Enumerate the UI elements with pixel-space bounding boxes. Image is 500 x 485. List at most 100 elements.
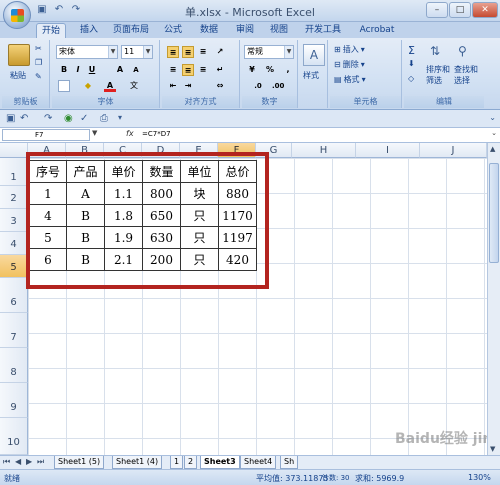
close-button[interactable]: ✕ [472,2,498,18]
bold-button[interactable]: B [58,64,70,76]
merge-center-icon[interactable]: ⇔ [214,80,226,92]
table-cell[interactable]: 只 [180,226,219,249]
sheet-tab[interactable]: 1 [170,456,184,469]
expand-formula-icon[interactable]: ⌄ [491,129,497,137]
zoom-level[interactable]: 130% [468,473,491,482]
table-cell[interactable]: 200 [142,248,181,271]
cut-icon[interactable]: ✂ [35,44,42,53]
table-cell[interactable]: 1170 [218,204,257,227]
table-cell[interactable]: 650 [142,204,181,227]
styles-icon[interactable]: A [303,44,325,66]
increase-decimal-icon[interactable]: .0 [252,80,264,92]
comma-button[interactable]: , [282,64,294,76]
font-name-select[interactable]: 宋体 ▼ [56,45,118,59]
phonetic-icon[interactable]: 文 [128,80,140,92]
column-header-b[interactable]: B [66,143,104,158]
scroll-up-icon[interactable]: ▲ [490,145,495,153]
styles-button[interactable]: 样式 [303,70,319,81]
name-box[interactable]: F7 [2,129,90,141]
find-select-label-1[interactable]: 查找和 [454,64,478,75]
italic-button[interactable]: I [72,64,84,76]
table-cell[interactable]: 5 [29,226,67,249]
save-icon[interactable]: ▣ [6,113,15,124]
table-cell[interactable]: 1.1 [104,182,143,205]
grow-font-button[interactable]: A [114,64,126,76]
office-button[interactable] [3,1,31,29]
sheet-tab[interactable]: 2 [184,456,198,469]
sort-filter-label-1[interactable]: 排序和 [426,64,450,75]
underline-button[interactable]: U [86,64,98,76]
column-header-e[interactable]: E [180,143,218,158]
align-top-icon[interactable]: ≡ [167,46,179,58]
spelling-icon[interactable]: ✓ [80,113,88,124]
row-header-4[interactable]: 4 [0,232,28,255]
table-cell[interactable]: 800 [142,182,181,205]
table-cell[interactable]: 只 [180,204,219,227]
border-icon[interactable] [58,80,70,92]
fill-color-icon[interactable]: ◆ [82,80,94,92]
table-cell[interactable]: 6 [29,248,67,271]
table-cell[interactable]: 1 [29,182,67,205]
insert-function-button[interactable]: fx [126,129,134,138]
sort-filter-icon[interactable]: ⇅ [430,44,440,58]
minimize-button[interactable]: – [426,2,448,18]
scrollbar-thumb[interactable] [489,163,499,263]
column-header-i[interactable]: I [356,143,420,158]
tab-developer[interactable]: 开发工具 [302,23,344,38]
sheet-tab[interactable]: Sh [280,456,299,469]
number-format-select[interactable]: 常规 ▼ [244,45,294,59]
undo-icon[interactable]: ↶ [20,113,28,124]
align-center-icon[interactable]: ≡ [182,64,194,76]
table-cell[interactable]: A [66,182,105,205]
format-painter-icon[interactable]: ✎ [35,72,42,81]
align-bottom-icon[interactable]: ≡ [197,46,209,58]
row-header-1[interactable]: 1 [0,158,28,186]
row-header-2[interactable]: 2 [0,186,28,209]
tab-view[interactable]: 视图 [266,23,292,38]
tab-acrobat[interactable]: Acrobat [356,23,398,38]
percent-button[interactable]: % [264,64,276,76]
header-cell-total[interactable]: 总价 [218,160,257,183]
font-size-select[interactable]: 11 ▼ [121,45,153,59]
autosum-button[interactable]: Σ [408,44,415,57]
table-cell[interactable]: B [66,204,105,227]
maximize-button[interactable]: □ [449,2,471,18]
tab-page-layout[interactable]: 页面布局 [110,23,152,38]
select-all-corner[interactable] [0,143,28,158]
customize-qat-icon[interactable]: ▾ [118,113,122,122]
sheet-tab[interactable]: Sheet4 [240,456,277,469]
print-preview-icon[interactable]: ⎙ [100,113,108,124]
table-cell[interactable]: 880 [218,182,257,205]
copy-icon[interactable]: ❐ [35,58,42,67]
currency-icon[interactable]: ¥ [246,64,258,76]
decrease-decimal-icon[interactable]: .00 [272,80,284,92]
column-header-j[interactable]: J [420,143,487,158]
column-header-c[interactable]: C [104,143,142,158]
align-middle-icon[interactable]: ≡ [182,46,194,58]
row-header-8[interactable]: 8 [0,348,28,383]
sort-filter-label-2[interactable]: 筛选 [426,75,442,86]
tab-review[interactable]: 审阅 [232,23,258,38]
row-header-6[interactable]: 6 [0,278,28,313]
delete-cells-button[interactable]: ⊟ 删除 ▾ [334,59,365,70]
tab-home[interactable]: 开始 [36,23,66,38]
formula-input[interactable]: =C7*D7 [142,130,171,138]
orientation-icon[interactable]: ↗ [214,46,226,58]
table-cell[interactable]: 只 [180,248,219,271]
table-cell[interactable]: 420 [218,248,257,271]
table-cell[interactable]: 1.8 [104,204,143,227]
table-cell[interactable]: B [66,226,105,249]
row-header-7[interactable]: 7 [0,313,28,348]
last-sheet-icon[interactable]: ⏭ [37,457,44,467]
row-header-10[interactable]: 10 [0,418,28,455]
row-header-9[interactable]: 9 [0,383,28,418]
decrease-indent-icon[interactable]: ⇤ [167,80,179,92]
next-sheet-icon[interactable]: ▶ [26,457,32,466]
collapse-ribbon-icon[interactable]: ⌄ [489,113,496,122]
shrink-font-button[interactable]: A [130,64,142,76]
table-cell[interactable]: 1.9 [104,226,143,249]
tab-data[interactable]: 数据 [196,23,222,38]
vertical-scrollbar[interactable]: ▲ ▼ [487,143,500,455]
first-sheet-icon[interactable]: ⏮ [3,457,10,467]
scroll-down-icon[interactable]: ▼ [490,445,495,453]
